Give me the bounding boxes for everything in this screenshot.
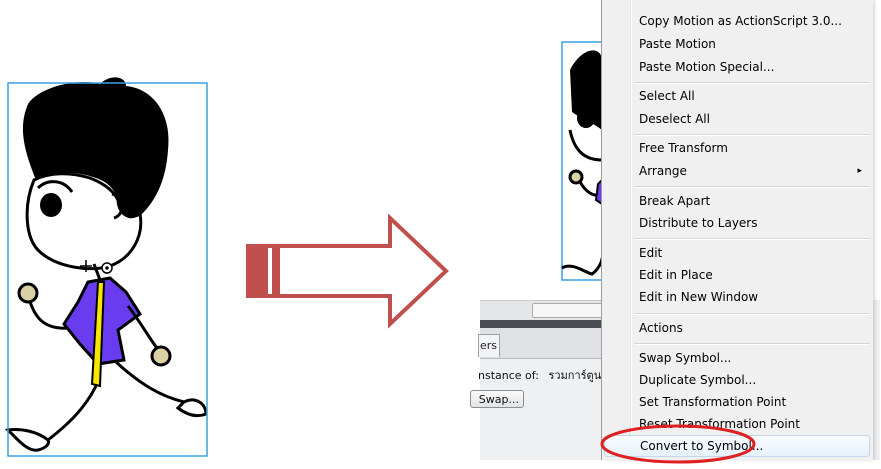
front-shoe xyxy=(175,398,208,418)
menu-item-distribute-to-layers[interactable]: Distribute to Layers xyxy=(604,212,870,234)
menu-item-edit-in-new-window[interactable]: Edit in New Window xyxy=(604,286,870,308)
instance-of-label: nstance of: xyxy=(478,369,539,382)
menu-item-label: Actions xyxy=(639,321,683,335)
menu-item-edit-in-place[interactable]: Edit in Place xyxy=(604,264,870,286)
front-arm xyxy=(126,305,162,353)
menu-item-break-apart[interactable]: Break Apart xyxy=(604,190,870,212)
menu-separator xyxy=(634,186,870,188)
menu-item-copy-motion-as3[interactable]: Copy Motion as ActionScript 3.0... xyxy=(604,10,870,32)
menu-item-paste-motion-special[interactable]: Paste Motion Special... xyxy=(604,56,870,78)
menu-item-label: Edit in Place xyxy=(639,268,713,282)
menu-item-label: Paste Motion Special... xyxy=(639,60,775,74)
character-drawing xyxy=(4,77,208,457)
menu-item-label: Deselect All xyxy=(639,112,710,126)
menu-item-arrange[interactable]: Arrange ▸ xyxy=(604,160,870,182)
instance-of-row: nstance of: รวมการ์ตูน xyxy=(478,366,601,384)
back-shoe xyxy=(4,428,50,452)
character-partial-drawing xyxy=(561,41,607,281)
menu-separator xyxy=(634,238,870,240)
back-leg xyxy=(47,385,98,442)
arrow-icon xyxy=(246,213,449,329)
menu-item-label: Free Transform xyxy=(639,141,728,155)
menu-item-deselect-all[interactable]: Deselect All xyxy=(604,108,870,130)
menu-item-swap-symbol[interactable]: Swap Symbol... xyxy=(604,347,870,369)
annotation-ellipse xyxy=(598,421,758,465)
menu-item-free-transform[interactable]: Free Transform xyxy=(604,137,870,159)
menu-item-label: Paste Motion xyxy=(639,37,716,51)
menu-separator xyxy=(634,134,870,136)
eye xyxy=(40,193,62,217)
context-menu: Copy Motion as ActionScript 3.0... Paste… xyxy=(601,0,873,460)
menu-item-label: Select All xyxy=(639,89,695,103)
menu-item-paste-motion[interactable]: Paste Motion xyxy=(604,33,870,55)
menu-separator xyxy=(634,82,870,84)
menu-item-set-transformation-point[interactable]: Set Transformation Point xyxy=(604,391,870,413)
menu-item-label: Swap Symbol... xyxy=(639,351,732,365)
right-arrow-graphic xyxy=(242,213,450,329)
panel-divider-bar xyxy=(480,320,605,328)
menu-item-edit[interactable]: Edit xyxy=(604,242,870,264)
menu-item-select-all[interactable]: Select All xyxy=(604,85,870,107)
menu-item-label: Arrange xyxy=(639,164,687,178)
scrollbar-thumb[interactable] xyxy=(532,303,604,318)
tab-properties[interactable]: ers xyxy=(478,334,500,357)
menu-item-label: Set Transformation Point xyxy=(639,395,787,409)
menu-separator xyxy=(634,343,870,345)
menu-item-duplicate-symbol[interactable]: Duplicate Symbol... xyxy=(604,369,870,391)
menu-item-label: Duplicate Symbol... xyxy=(639,373,757,387)
registration-point-icon xyxy=(101,262,113,274)
menu-item-label: Break Apart xyxy=(639,194,711,208)
instance-symbol-name: รวมการ์ตูน xyxy=(548,369,602,382)
chevron-right-icon: ▸ xyxy=(857,166,862,176)
swap-button[interactable]: Swap... xyxy=(470,390,524,408)
menu-item-label: Edit in New Window xyxy=(639,290,759,304)
left-character-figure xyxy=(0,0,240,460)
menu-item-actions[interactable]: Actions xyxy=(604,317,870,339)
menu-item-label: Distribute to Layers xyxy=(639,216,758,230)
menu-item-label: Copy Motion as ActionScript 3.0... xyxy=(639,14,842,28)
highlight-circle-icon xyxy=(600,424,756,464)
front-leg xyxy=(114,360,185,404)
menu-separator xyxy=(634,313,870,315)
menu-item-label: Edit xyxy=(639,246,663,260)
